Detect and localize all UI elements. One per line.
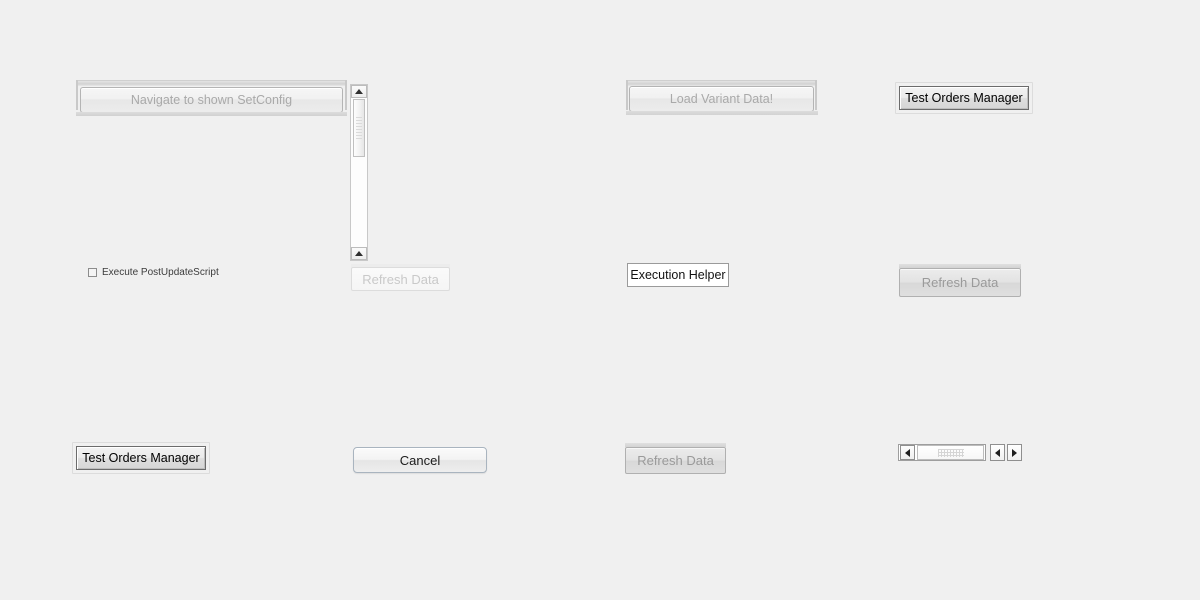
load-variant-rail-right-cap	[815, 80, 817, 110]
triangle-left-icon	[905, 448, 910, 457]
triangle-up-icon-bottom	[355, 251, 363, 256]
scrollbar-left-button[interactable]	[900, 445, 915, 460]
refresh-data-button-right[interactable]: Refresh Data	[899, 268, 1021, 297]
navigate-rail-left-cap	[76, 80, 78, 110]
execute-post-update-script-checkbox[interactable]	[88, 268, 97, 277]
test-orders-manager-bottom-label: Test Orders Manager	[82, 451, 200, 465]
execution-helper-label-box: Execution Helper	[627, 263, 729, 287]
execute-post-update-script-label: Execute PostUpdateScript	[102, 267, 219, 278]
navigate-to-setconfig-button[interactable]: Navigate to shown SetConfig	[80, 87, 343, 113]
scroll-thumb-grip-icon-horizontal	[937, 448, 964, 457]
vertical-scrollbar[interactable]	[350, 84, 368, 261]
spinner-left-button[interactable]	[990, 444, 1005, 461]
refresh-data-faint-label: Refresh Data	[362, 271, 439, 287]
triangle-up-icon	[355, 89, 363, 94]
scrollbar-up-button[interactable]	[351, 85, 367, 98]
cancel-button[interactable]: Cancel	[353, 447, 487, 473]
test-orders-manager-button-bottom[interactable]: Test Orders Manager	[76, 446, 206, 470]
load-variant-data-button[interactable]: Load Variant Data!	[629, 86, 814, 112]
horizontal-scrollbar[interactable]	[898, 444, 986, 461]
navigate-rail-right-cap	[345, 80, 347, 110]
triangle-left-icon-spinner	[995, 448, 1000, 457]
scrollbar-down-button[interactable]	[351, 247, 367, 260]
navigate-to-setconfig-label: Navigate to shown SetConfig	[130, 93, 293, 107]
navigate-button-bottom-rail	[76, 112, 347, 116]
horizontal-scrollbar-thumb[interactable]	[917, 445, 984, 460]
vertical-scrollbar-thumb[interactable]	[353, 99, 365, 157]
navigate-button-rail	[76, 80, 347, 86]
load-variant-rail-left-cap	[626, 80, 628, 110]
application-canvas: Navigate to shown SetConfig Execute Post…	[0, 0, 1200, 600]
test-orders-manager-top-wrap: Test Orders Manager	[895, 82, 1033, 114]
execute-post-update-script-checkbox-row[interactable]: Execute PostUpdateScript	[88, 267, 219, 278]
refresh-data-button-faint[interactable]: Refresh Data	[351, 267, 450, 291]
cancel-button-label: Cancel	[399, 452, 441, 468]
load-variant-bottom-rail	[626, 111, 818, 115]
test-orders-manager-bottom-wrap: Test Orders Manager	[72, 442, 210, 474]
scroll-thumb-grip-icon	[356, 117, 362, 139]
refresh-data-button-bottom[interactable]: Refresh Data	[625, 447, 726, 474]
spinner-arrow-pair[interactable]	[990, 444, 1022, 461]
execution-helper-label: Execution Helper	[630, 268, 726, 282]
spinner-right-button[interactable]	[1007, 444, 1022, 461]
refresh-data-bottom-label: Refresh Data	[637, 453, 714, 468]
triangle-right-icon-spinner	[1012, 448, 1017, 457]
refresh-data-right-label: Refresh Data	[921, 275, 999, 290]
test-orders-manager-button-top[interactable]: Test Orders Manager	[899, 86, 1029, 110]
load-variant-data-label: Load Variant Data!	[669, 92, 774, 106]
test-orders-manager-top-label: Test Orders Manager	[905, 91, 1023, 105]
